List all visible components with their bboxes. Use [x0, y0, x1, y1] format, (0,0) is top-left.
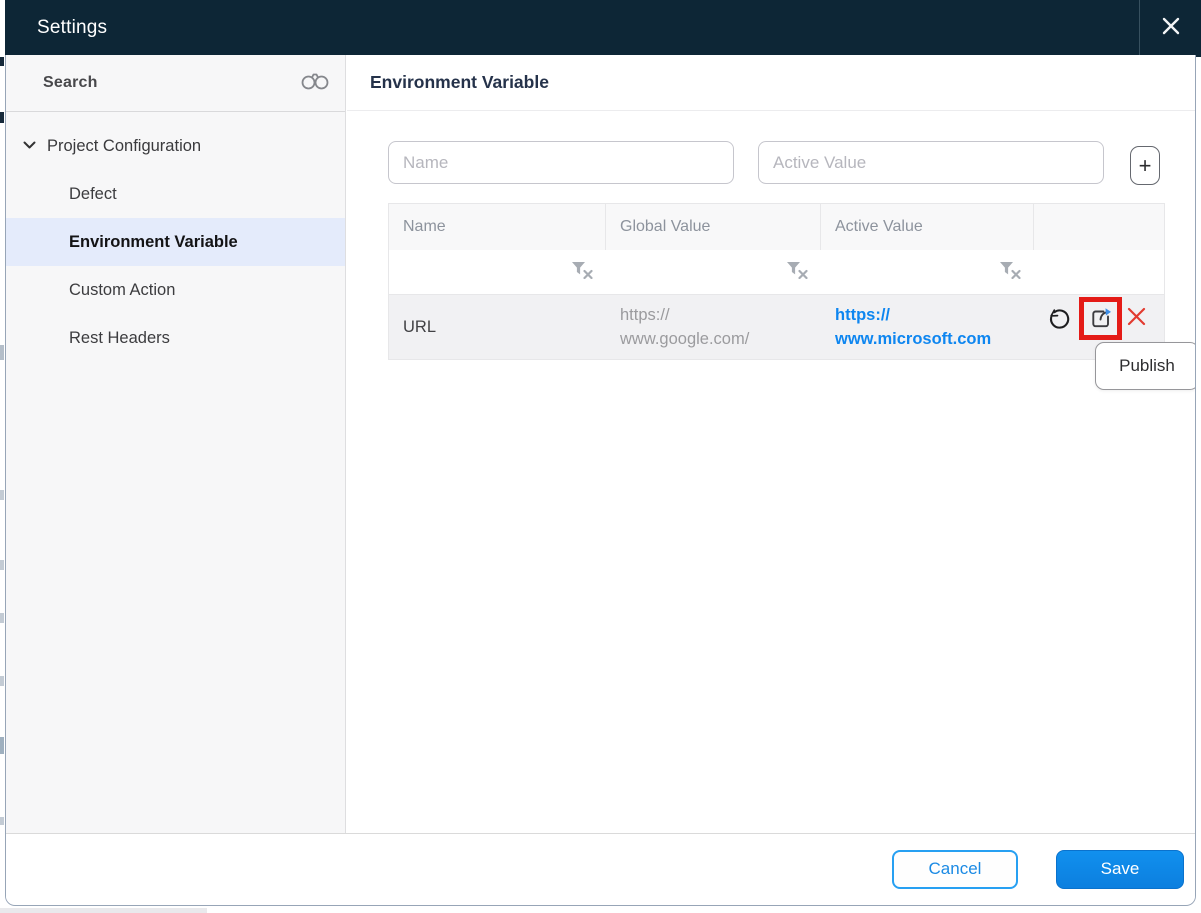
cancel-button[interactable]: Cancel	[892, 849, 1018, 889]
edge-mark	[0, 57, 4, 66]
delete-button[interactable]	[1125, 305, 1148, 331]
edge-mark	[0, 737, 4, 754]
global-value-line: www.google.com/	[620, 330, 750, 348]
edge-mark	[0, 345, 4, 360]
revert-undo-icon	[1046, 308, 1071, 336]
dialog-title: Settings	[37, 16, 108, 38]
sidebar-item-label: Custom Action	[69, 280, 176, 299]
global-value-line: https://	[620, 306, 670, 324]
annotation-highlight-box	[1079, 297, 1122, 340]
sidebar-search[interactable]: Search	[6, 55, 345, 112]
sidebar-item-label: Environment Variable	[69, 232, 238, 251]
sidebar-item-custom-action[interactable]: Custom Action	[6, 266, 345, 314]
sidebar-item-rest-headers[interactable]: Rest Headers	[6, 314, 345, 362]
table-filter-row	[389, 250, 1164, 294]
settings-tree: Project Configuration Defect Environment…	[6, 112, 345, 362]
environment-variable-panel: Environment Variable + Name Global Value…	[347, 55, 1195, 833]
active-value-input[interactable]	[758, 141, 1104, 184]
close-button[interactable]	[1139, 0, 1201, 57]
save-button[interactable]: Save	[1056, 849, 1184, 889]
tooltip-text: Publish	[1119, 356, 1175, 375]
edge-mark	[0, 676, 4, 686]
edge-mark	[0, 112, 4, 123]
sidebar-item-environment-variable[interactable]: Environment Variable	[6, 218, 345, 266]
column-header-name: Name	[389, 204, 606, 250]
active-value-cell[interactable]: https:// www.microsoft.com	[821, 295, 1034, 359]
settings-dialog-page: Settings Search Project Configuration De…	[0, 0, 1201, 913]
tree-node-label: Project Configuration	[47, 136, 202, 155]
background-bottom-block	[0, 908, 207, 913]
dialog-body: Search Project Configuration Defect Envi…	[5, 55, 1196, 906]
edge-mark	[0, 817, 4, 825]
dialog-footer: Cancel Save	[6, 833, 1195, 904]
table-header-row: Name Global Value Active Value	[389, 204, 1164, 250]
publish-button[interactable]	[1087, 304, 1114, 334]
column-header-actions	[1034, 204, 1164, 250]
add-variable-button[interactable]: +	[1130, 146, 1160, 185]
search-label: Search	[43, 74, 98, 91]
settings-sidebar: Search Project Configuration Defect Envi…	[6, 55, 346, 833]
filter-cell-actions	[1034, 250, 1164, 294]
plus-icon: +	[1138, 152, 1152, 178]
column-header-global-value: Global Value	[606, 204, 821, 250]
table-row: URL https:// www.google.com/ https:// ww…	[389, 294, 1164, 359]
clear-filter-icon[interactable]	[571, 261, 593, 284]
sidebar-item-defect[interactable]: Defect	[6, 170, 345, 218]
sidebar-item-label: Rest Headers	[69, 328, 170, 347]
edge-mark	[0, 613, 4, 623]
clear-filter-icon[interactable]	[786, 261, 808, 284]
dialog-titlebar: Settings	[5, 0, 1201, 55]
panel-heading-row: Environment Variable	[347, 55, 1195, 111]
tree-node-project-configuration[interactable]: Project Configuration	[6, 122, 345, 170]
active-value-line: https://	[835, 306, 890, 324]
filter-cell-global-value	[606, 250, 821, 294]
page-title: Environment Variable	[370, 72, 549, 92]
clear-filter-icon[interactable]	[999, 261, 1021, 284]
add-variable-controls: +	[388, 141, 1160, 185]
publish-tooltip: Publish	[1095, 342, 1195, 390]
column-header-active-value: Active Value	[821, 204, 1034, 250]
environment-variable-table: Name Global Value Active Value URL https…	[388, 203, 1165, 360]
filter-cell-name	[389, 250, 606, 294]
sidebar-item-label: Defect	[69, 184, 117, 203]
name-input[interactable]	[388, 141, 734, 184]
delete-x-icon	[1125, 305, 1148, 331]
publish-share-icon	[1087, 304, 1114, 334]
global-value-cell: https:// www.google.com/	[606, 295, 821, 359]
revert-button[interactable]	[1046, 308, 1071, 336]
close-icon	[1157, 12, 1185, 45]
active-value-line: www.microsoft.com	[835, 330, 992, 348]
binoculars-search-icon[interactable]	[300, 70, 330, 97]
chevron-down-icon	[23, 137, 36, 155]
edge-mark	[0, 560, 4, 570]
edge-mark	[0, 490, 4, 500]
variable-name-cell: URL	[403, 318, 437, 336]
filter-cell-active-value	[821, 250, 1034, 294]
